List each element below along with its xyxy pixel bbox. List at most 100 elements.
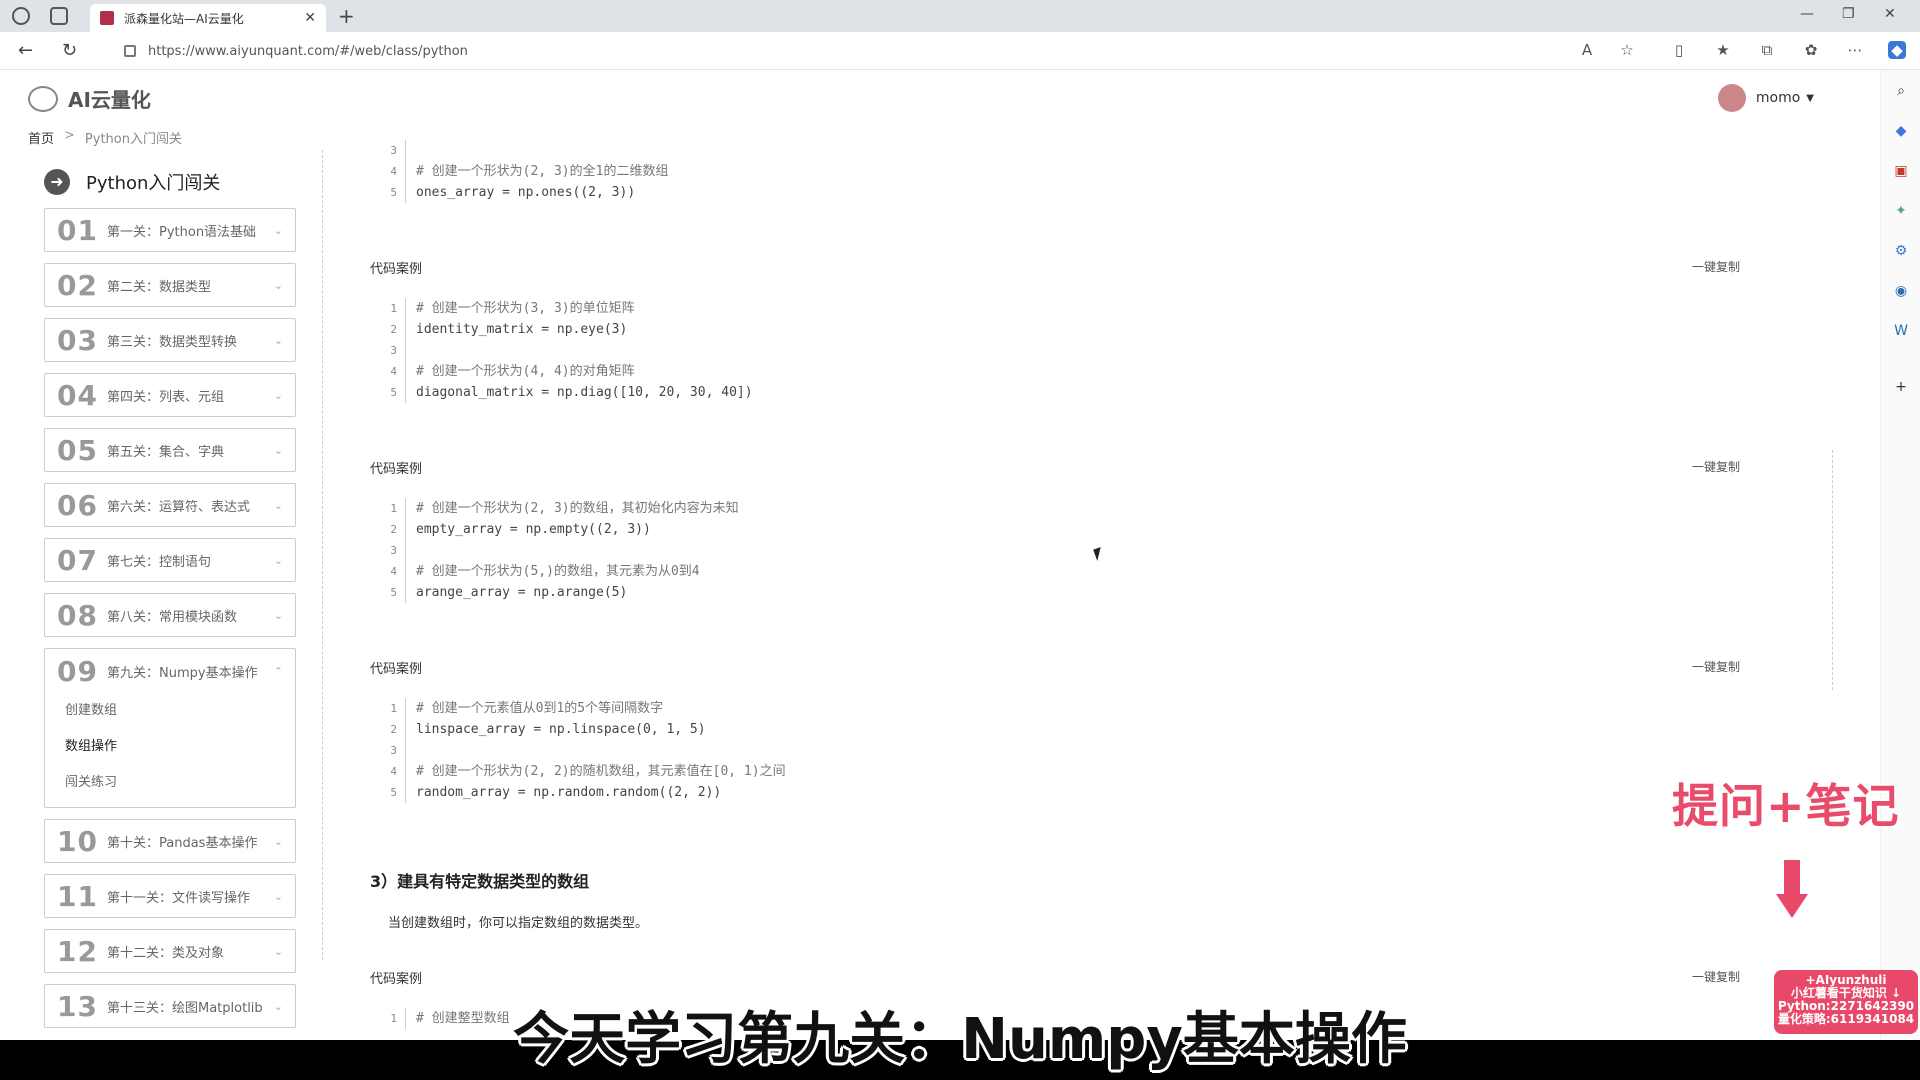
line-number: 5 — [382, 382, 406, 403]
add-icon[interactable]: + — [1892, 378, 1910, 396]
back-icon[interactable]: ← — [18, 40, 33, 61]
breadcrumb: 首页 > Python入门闯关 — [28, 128, 182, 147]
url-field[interactable]: https://www.aiyunquant.com/#/web/class/p… — [112, 36, 1562, 66]
breadcrumb-home[interactable]: 首页 — [28, 128, 54, 147]
code-line: 5 random_array = np.random.random((2, 2)) — [370, 782, 1750, 803]
tab-title: 派森量化站—AI云量化 — [124, 11, 244, 26]
line-number: 1 — [382, 298, 406, 319]
favorite-star-icon[interactable]: ☆ — [1618, 41, 1636, 59]
level-09-header[interactable]: 09 第九关：Numpy基本操作 ⌃ — [57, 649, 283, 693]
code-line: 3 — [370, 740, 1750, 761]
level-06[interactable]: 06 第六关：运算符、表达式 ⌄ — [44, 483, 296, 527]
level-03[interactable]: 03 第三关：数据类型转换 ⌄ — [44, 318, 296, 362]
level-name: 第六关：运算符、表达式 — [107, 499, 251, 515]
collections-icon[interactable]: ⧉ — [1758, 41, 1776, 59]
code-area[interactable]: 1 # 创建一个形状为(3, 3)的单位矩阵 2 identity_matrix = … — [370, 298, 1750, 403]
line-number: 2 — [382, 719, 406, 740]
close-window-icon[interactable]: ✕ — [1884, 6, 1896, 22]
split-screen-icon[interactable]: ▯ — [1670, 41, 1688, 59]
games-icon[interactable]: ✦ — [1892, 202, 1910, 220]
minimize-icon[interactable]: — — [1800, 6, 1814, 22]
level-07[interactable]: 07 第七关：控制语句 ⌄ — [44, 538, 296, 582]
line-number: 4 — [382, 561, 406, 582]
extensions-icon[interactable]: ✿ — [1802, 41, 1820, 59]
tab-actions-icon[interactable] — [50, 7, 68, 25]
chevron-down-icon: ⌄ — [273, 278, 283, 292]
level-name: 第九关：Numpy基本操作 — [107, 665, 258, 681]
level-number: 11 — [57, 879, 98, 913]
word-icon[interactable]: W — [1892, 322, 1910, 340]
username: momo — [1755, 90, 1801, 106]
chevron-down-icon: ⌄ — [273, 223, 283, 237]
tag-icon[interactable]: ◆ — [1892, 122, 1910, 140]
code-area[interactable]: 3 4 # 创建一个形状为(2, 3)的全1的二维数组 5 ones_array = n… — [370, 140, 1750, 203]
level-05[interactable]: 05 第五关：集合、字典 ⌄ — [44, 428, 296, 472]
line-number: 4 — [382, 361, 406, 382]
code-block-3: 代码案例 一键复制 1 # 创建一个元素值从0到1的5个等间隔数字 2 linspace… — [370, 658, 1750, 803]
search-icon[interactable]: ⌕ — [1892, 82, 1910, 100]
shopping-icon[interactable]: ▣ — [1892, 162, 1910, 180]
level-name: 第四关：列表、元组 — [107, 389, 225, 405]
sub-item-create-array[interactable]: 创建数组 — [65, 693, 283, 729]
level-name: 第十一关：文件读写操作 — [107, 890, 251, 906]
copy-button[interactable]: 一键复制 — [1692, 658, 1750, 680]
level-08[interactable]: 08 第八关：常用模块函数 ⌄ — [44, 593, 296, 637]
chevron-down-icon: ▼ — [1806, 92, 1814, 104]
site-favicon-icon — [100, 11, 114, 25]
line-number: 2 — [382, 519, 406, 540]
site-logo[interactable]: AI云量化 — [28, 84, 151, 113]
code-block-1: 代码案例 一键复制 1 # 创建一个形状为(3, 3)的单位矩阵 2 identity_… — [370, 258, 1750, 403]
level-04[interactable]: 04 第四关：列表、元组 ⌄ — [44, 373, 296, 417]
code-case-label: 代码案例 — [370, 972, 423, 987]
level-11[interactable]: 11 第十一关：文件读写操作 ⌄ — [44, 874, 296, 918]
line-number: 3 — [382, 740, 406, 761]
line-number: 5 — [382, 582, 406, 603]
copy-button[interactable]: 一键复制 — [1692, 458, 1750, 480]
chevron-down-icon: ⌄ — [273, 553, 283, 567]
sub-item-array-ops[interactable]: 数组操作 — [65, 729, 283, 765]
site-header: AI云量化 momo ▼ — [0, 70, 1880, 120]
new-tab-icon[interactable]: + — [338, 4, 355, 28]
code-text: # 创建一个形状为(2, 3)的全1的二维数组 — [416, 164, 669, 179]
outlook-icon[interactable]: ◉ — [1892, 282, 1910, 300]
logo-text: AI云量化 — [68, 88, 151, 112]
code-area[interactable]: 1 # 创建一个元素值从0到1的5个等间隔数字 2 linspace_array = … — [370, 698, 1750, 803]
favorites-icon[interactable]: ★ — [1714, 41, 1732, 59]
profile-icon[interactable] — [12, 7, 30, 25]
code-line: 1 # 创建一个元素值从0到1的5个等间隔数字 — [370, 698, 1750, 719]
sidebar-title: ➜ Python入门闯关 — [28, 160, 300, 204]
tools-icon[interactable]: ⚙ — [1892, 242, 1910, 260]
level-10[interactable]: 10 第十关：Pandas基本操作 ⌄ — [44, 819, 296, 863]
chevron-down-icon: ⌄ — [273, 944, 283, 958]
more-menu-icon[interactable]: ⋯ — [1846, 41, 1864, 59]
close-tab-icon[interactable]: ✕ — [304, 10, 316, 26]
section-heading: 3）建具有特定数据类型的数组 — [370, 872, 590, 891]
code-block-0: 3 4 # 创建一个形状为(2, 3)的全1的二维数组 5 ones_array = n… — [370, 122, 1750, 203]
sub-item-practice[interactable]: 闯关练习 — [65, 765, 283, 801]
level-name: 第一关：Python语法基础 — [107, 224, 257, 240]
breadcrumb-separator-icon: > — [64, 128, 75, 143]
line-number: 3 — [382, 540, 406, 561]
level-01[interactable]: 01 第一关：Python语法基础 ⌄ — [44, 208, 296, 252]
browser-tab[interactable]: 派森量化站—AI云量化 ✕ — [90, 4, 326, 32]
level-number: 05 — [57, 433, 98, 467]
user-menu[interactable]: momo ▼ — [1717, 84, 1814, 112]
code-line: 3 — [370, 140, 1750, 161]
code-area[interactable]: 1 # 创建一个形状为(2, 3)的数组，其初始化内容为未知 2 empty_arra… — [370, 498, 1750, 603]
restore-icon[interactable]: ❐ — [1842, 6, 1855, 22]
level-number: 02 — [57, 268, 98, 302]
chevron-down-icon: ⌄ — [273, 608, 283, 622]
line-number: 5 — [382, 782, 406, 803]
copy-button[interactable]: 一键复制 — [1692, 968, 1750, 990]
level-02[interactable]: 02 第二关：数据类型 ⌄ — [44, 263, 296, 307]
copilot-icon[interactable]: ◆ — [1888, 41, 1906, 59]
code-line: 3 — [370, 540, 1750, 561]
level-12[interactable]: 12 第十二关：类及对象 ⌄ — [44, 929, 296, 973]
chevron-down-icon: ⌄ — [273, 498, 283, 512]
read-aloud-icon[interactable]: A — [1578, 41, 1596, 59]
content-edge-marker — [1832, 450, 1833, 690]
breadcrumb-current: Python入门闯关 — [84, 132, 182, 147]
refresh-icon[interactable]: ↻ — [62, 40, 77, 61]
copy-button[interactable]: 一键复制 — [1692, 258, 1750, 280]
code-line: 2 identity_matrix = np.eye(3) — [370, 319, 1750, 340]
